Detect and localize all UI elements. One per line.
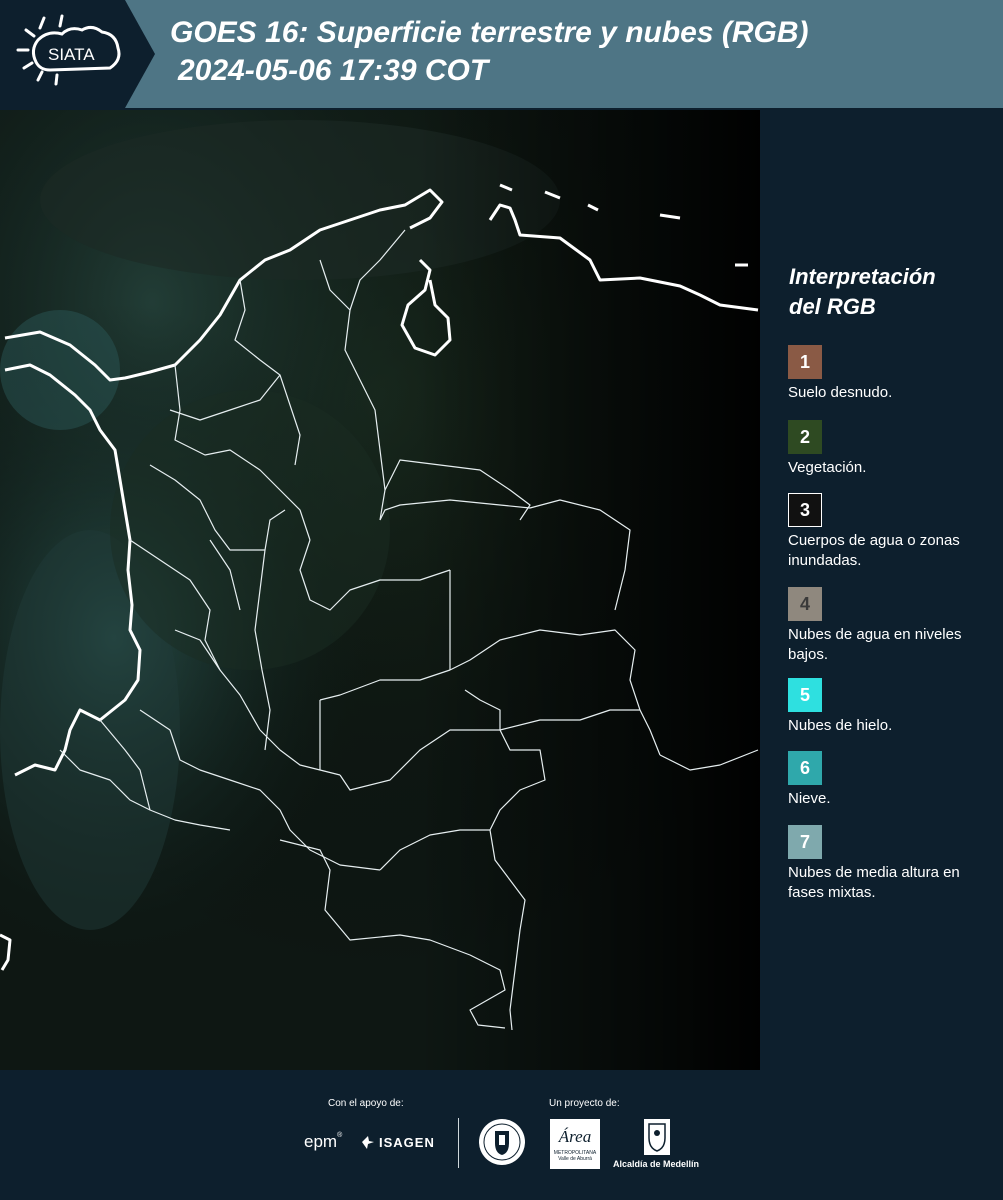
legend-swatch-3: 3	[788, 493, 822, 527]
legend-item-6: 6 Nieve.	[788, 751, 993, 809]
legend-label-3: Cuerpos de agua o zonas inundadas.	[788, 532, 960, 569]
title-line-1: GOES 16: Superficie terrestre y nubes (R…	[170, 16, 809, 49]
legend-item-1: 1 Suelo desnudo.	[788, 345, 993, 403]
legend-title-line-2: del RGB	[789, 294, 876, 319]
seal-logo	[479, 1119, 525, 1165]
legend-label-6: Nieve.	[788, 790, 831, 807]
footer: Con el apoyo de: Un proyecto de: epm® IS…	[0, 1070, 1003, 1200]
alcaldia-emblem-icon	[644, 1119, 670, 1155]
legend-label-1: Suelo desnudo.	[788, 384, 893, 401]
legend-swatch-6: 6	[788, 751, 822, 785]
legend-item-5: 5 Nubes de hielo.	[788, 678, 993, 736]
legend-title-line-1: Interpretación	[789, 264, 936, 289]
legend-label-5: Nubes de hielo.	[788, 717, 893, 734]
area-logo-sub-2: Valle de Aburrá	[558, 1156, 592, 1162]
legend-item-4: 4 Nubes de agua en niveles bajos.	[788, 587, 993, 665]
legend-swatch-1: 1	[788, 345, 822, 379]
siata-logo: SIATA	[0, 0, 155, 108]
satellite-image	[0, 110, 760, 1070]
satellite-map	[0, 110, 760, 1070]
legend-label-2: Vegetación.	[788, 459, 867, 476]
legend-swatch-7: 7	[788, 825, 822, 859]
legend-swatch-4: 4	[788, 587, 822, 621]
svg-text:SIATA: SIATA	[48, 45, 95, 64]
footer-divider	[458, 1118, 459, 1168]
legend-swatch-5: 5	[788, 678, 822, 712]
legend-item-7: 7 Nubes de media altura en fases mixtas.	[788, 825, 993, 903]
project-label: Un proyecto de:	[549, 1098, 620, 1109]
isagen-logo-text: ISAGEN	[379, 1134, 435, 1150]
isagen-logo: ISAGEN	[360, 1134, 435, 1150]
legend-swatch-2: 2	[788, 420, 822, 454]
legend-label-4: Nubes de agua en niveles bajos.	[788, 626, 962, 663]
legend-title: Interpretación del RGB	[789, 262, 936, 322]
page-title: GOES 16: Superficie terrestre y nubes (R…	[170, 14, 809, 90]
epm-logo: epm®	[304, 1132, 343, 1151]
legend-panel: Interpretación del RGB 1 Suelo desnudo. …	[760, 110, 1003, 1070]
legend-item-3: 3 Cuerpos de agua o zonas inundadas.	[788, 493, 993, 571]
legend-item-2: 2 Vegetación.	[788, 420, 993, 478]
legend-label-7: Nubes de media altura en fases mixtas.	[788, 864, 960, 901]
epm-logo-text: epm	[304, 1132, 338, 1151]
header-bar: SIATA GOES 16: Superficie terrestre y nu…	[0, 0, 1003, 108]
support-label: Con el apoyo de:	[328, 1098, 404, 1109]
title-line-2-timestamp: 2024-05-06 17:39 COT	[178, 54, 489, 87]
isagen-mark-icon	[362, 1136, 374, 1149]
area-logo-text: Área	[558, 1127, 592, 1146]
alcaldia-logo-text: Alcaldía de Medellín	[613, 1159, 700, 1169]
area-metropolitana-logo: Área METROPOLITANA Valle de Aburrá	[550, 1119, 600, 1169]
